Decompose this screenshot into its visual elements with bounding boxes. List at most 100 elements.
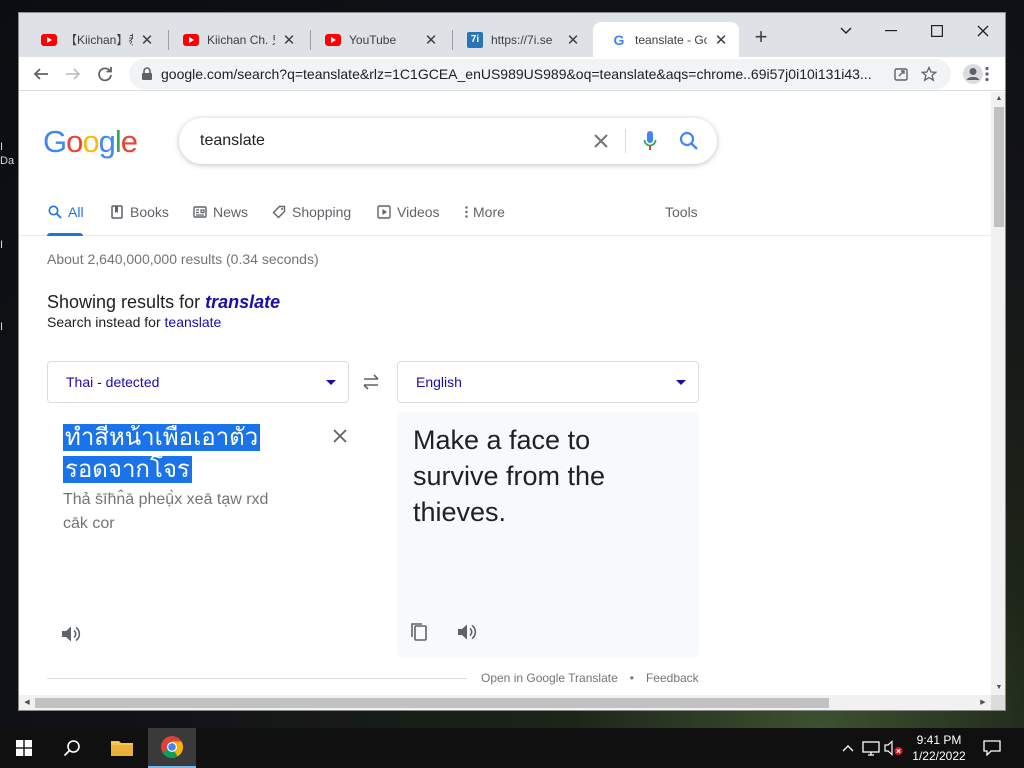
source-language-label: Thai - detected — [66, 374, 160, 390]
network-icon[interactable] — [861, 738, 881, 758]
search-instead: Search instead for teanslate — [47, 314, 221, 330]
bookmark-star-icon[interactable] — [915, 61, 943, 87]
share-icon[interactable] — [887, 61, 915, 87]
clear-icon[interactable] — [590, 130, 612, 152]
tools-button[interactable]: Tools — [665, 202, 698, 222]
maximize-button[interactable] — [914, 17, 960, 45]
tab-title: YouTube — [349, 32, 397, 47]
new-tab-button[interactable]: + — [751, 26, 771, 48]
close-icon — [333, 429, 347, 443]
clock-time: 9:41 PM — [916, 733, 962, 747]
chevron-down-icon — [840, 27, 852, 34]
scroll-up-arrow-icon[interactable]: ▲ — [991, 92, 1005, 106]
copy-icon — [411, 623, 427, 641]
feedback-link[interactable]: Feedback — [646, 671, 699, 685]
target-language-select[interactable]: English — [397, 361, 699, 403]
back-arrow-icon — [33, 68, 48, 80]
tab-videos[interactable]: Videos — [376, 202, 440, 222]
file-explorer-button[interactable] — [98, 728, 146, 768]
minimize-button[interactable] — [868, 17, 914, 45]
book-icon — [109, 204, 125, 220]
tag-icon — [271, 204, 287, 220]
original-query-link[interactable]: teanslate — [165, 314, 222, 330]
horizontal-scrollbar[interactable]: ◀ ▶ — [19, 695, 991, 710]
clear-source-button[interactable] — [329, 425, 351, 447]
play-icon — [376, 204, 392, 220]
listen-translation-button[interactable] — [455, 620, 479, 644]
swap-languages-button[interactable] — [359, 371, 383, 393]
youtube-icon — [41, 32, 57, 48]
reload-button[interactable] — [91, 60, 119, 88]
scroll-left-arrow-icon[interactable]: ◀ — [20, 695, 34, 710]
divider — [625, 129, 626, 153]
7i-icon: 7i — [467, 31, 483, 48]
forward-arrow-icon — [66, 68, 81, 80]
tab-news[interactable]: News — [192, 202, 248, 222]
source-textarea[interactable]: ทำสีหน้าเพื่อเอาตัวรอดจากโจร — [63, 422, 263, 486]
lock-icon — [142, 67, 152, 80]
news-icon — [192, 204, 208, 220]
search-icon — [47, 204, 63, 220]
search-box[interactable]: teanslate — [179, 118, 717, 164]
close-icon[interactable]: ✕ — [565, 31, 581, 49]
forward-button[interactable] — [59, 60, 87, 88]
tab-label: News — [213, 204, 249, 220]
tab-books[interactable]: Books — [109, 202, 169, 222]
close-icon[interactable]: ✕ — [713, 31, 729, 49]
start-button[interactable] — [0, 728, 48, 768]
browser-tab[interactable]: YouTube ✕ — [307, 22, 449, 57]
search-icon[interactable] — [677, 129, 701, 153]
selected-source-text: ทำสีหน้าเพื่อเอาตัวรอดจากโจร — [63, 424, 261, 483]
corrected-query-link[interactable]: translate — [205, 292, 280, 312]
scroll-down-arrow-icon[interactable]: ▼ — [991, 681, 1005, 695]
swap-icon — [363, 374, 379, 390]
tab-shopping[interactable]: Shopping — [271, 202, 351, 222]
browser-tab-active[interactable]: G teanslate - Go ✕ — [593, 22, 739, 57]
scrollbar-thumb[interactable] — [35, 698, 829, 708]
tab-search-button[interactable] — [823, 17, 869, 45]
target-text-panel: Make a face to survive from the thieves. — [397, 412, 699, 657]
copy-translation-button[interactable] — [407, 620, 431, 644]
listen-source-button[interactable] — [59, 622, 83, 646]
close-icon[interactable]: ✕ — [139, 31, 155, 49]
target-language-label: English — [416, 374, 462, 390]
result-stats: About 2,640,000,000 results (0.34 second… — [47, 251, 319, 267]
scrollbar-thumb[interactable] — [994, 107, 1004, 227]
chevron-up-icon[interactable] — [838, 738, 858, 758]
browser-toolbar: google.com/search?q=teanslate&rlz=1C1GCE… — [19, 57, 1005, 91]
browser-tab[interactable]: 7i https://7i.se ✕ — [449, 22, 591, 57]
tab-all[interactable]: All — [47, 202, 84, 222]
volume-muted-icon[interactable] — [884, 738, 904, 758]
close-icon — [977, 25, 989, 37]
translated-text: Make a face to survive from the thieves. — [413, 425, 606, 527]
taskbar-clock[interactable]: 9:41 PM 1/22/2022 — [904, 732, 974, 764]
scroll-right-arrow-icon[interactable]: ▶ — [976, 695, 990, 710]
close-window-button[interactable] — [960, 17, 1005, 45]
close-icon[interactable]: ✕ — [281, 31, 297, 49]
divider — [47, 678, 467, 679]
youtube-icon — [325, 32, 341, 48]
open-in-translate-link[interactable]: Open in Google Translate — [481, 671, 618, 685]
address-bar[interactable]: google.com/search?q=teanslate&rlz=1C1GCE… — [129, 59, 951, 89]
taskbar-search-button[interactable] — [48, 728, 96, 768]
vertical-scrollbar[interactable]: ▲ ▼ — [991, 92, 1005, 695]
menu-button[interactable] — [975, 60, 999, 88]
more-vert-icon — [985, 66, 989, 82]
google-icon: G — [613, 31, 625, 48]
tab-label: All — [68, 204, 84, 220]
spelling-correction: Showing results for translate — [47, 292, 280, 313]
browser-tab[interactable]: Kiichan Ch. 鬼 ✕ — [165, 22, 307, 57]
close-icon[interactable]: ✕ — [423, 31, 439, 49]
transliteration: Thả s̄īh̄n̂ā pheụ̄̀x xeā tạw rxd cāk cor — [63, 491, 269, 532]
source-language-select[interactable]: Thai - detected — [47, 361, 349, 403]
browser-tab[interactable]: 【Kiichan】恭喜 ✕ — [23, 22, 165, 57]
notification-icon[interactable] — [982, 738, 1002, 758]
chrome-taskbar-button[interactable] — [148, 728, 196, 768]
tab-strip: 【Kiichan】恭喜 ✕ Kiichan Ch. 鬼 ✕ YouTube ✕ … — [19, 13, 1005, 57]
back-button[interactable] — [27, 60, 55, 88]
google-logo[interactable]: Google — [43, 124, 138, 160]
search-input[interactable]: teanslate — [200, 132, 265, 150]
microphone-icon[interactable] — [638, 129, 662, 153]
tab-more[interactable]: More — [463, 202, 505, 222]
url-text[interactable]: google.com/search?q=teanslate&rlz=1C1GCE… — [161, 66, 887, 82]
